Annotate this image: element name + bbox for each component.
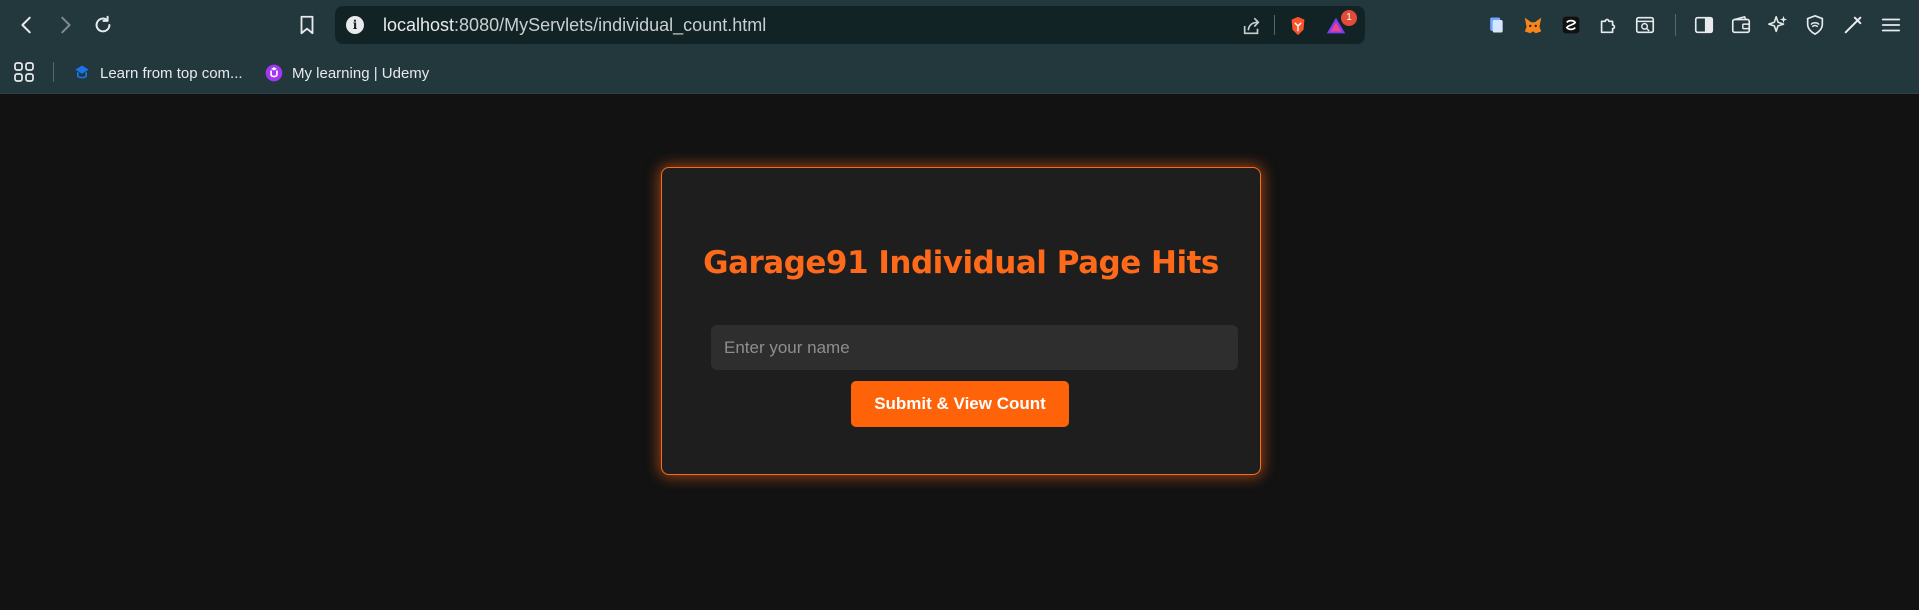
wallet-icon[interactable] [1730,14,1752,36]
extensions-puzzle-icon[interactable] [1597,14,1619,36]
bookmark-learn[interactable]: Learn from top com... [72,61,243,85]
bookmarks-divider [53,62,54,82]
reload-button[interactable] [88,10,118,40]
url-path: :8080/MyServlets/individual_count.html [454,15,767,35]
extension-dark-icon[interactable] [1560,14,1582,36]
bookmark-page-button[interactable] [292,10,322,40]
submit-view-count-button[interactable]: Submit & View Count [851,381,1069,427]
vpn-shield-icon[interactable] [1804,14,1826,36]
page-hits-card: Garage91 Individual Page Hits Submit & V… [661,167,1261,475]
omnibox-divider [1274,15,1275,35]
sidebar-toggle-icon[interactable] [1693,14,1715,36]
browser-toolbar: i localhost:8080/MyServlets/individual_c… [0,0,1919,50]
address-bar[interactable]: i localhost:8080/MyServlets/individual_c… [335,6,1365,44]
reload-icon [95,15,111,33]
name-input[interactable] [711,325,1238,370]
share-icon[interactable] [1241,15,1263,37]
forward-button[interactable] [50,10,80,40]
bookmark-icon [300,15,314,35]
bookmark-udemy[interactable]: My learning | Udemy [264,61,429,85]
site-info-icon[interactable]: i [346,16,364,34]
metamask-icon[interactable] [1522,14,1544,36]
back-button[interactable] [12,10,42,40]
bookmarks-bar: Learn from top com... My learning | Udem… [0,50,1919,94]
menu-icon[interactable] [1880,14,1902,36]
arrow-left-icon [21,16,31,34]
search-tabs-icon[interactable] [1634,14,1656,36]
leo-ai-icon[interactable] [1767,14,1789,36]
udemy-favicon-icon [264,63,284,83]
notification-badge: 1 [1341,10,1357,26]
url-text[interactable]: localhost:8080/MyServlets/individual_cou… [383,15,766,36]
bookmark-udemy-label: My learning | Udemy [292,64,430,82]
tools-icon[interactable] [1842,14,1864,36]
brave-shields-icon[interactable] [1287,15,1309,37]
toolbar-divider [1675,14,1676,36]
apps-grid-icon[interactable] [12,60,36,84]
page-title: Garage91 Individual Page Hits [703,245,1219,281]
learn-favicon-icon [72,63,92,83]
extension-docs-icon[interactable] [1485,14,1507,36]
arrow-right-icon [61,16,71,34]
bookmark-learn-label: Learn from top com... [100,64,243,82]
url-host: localhost [383,15,455,35]
